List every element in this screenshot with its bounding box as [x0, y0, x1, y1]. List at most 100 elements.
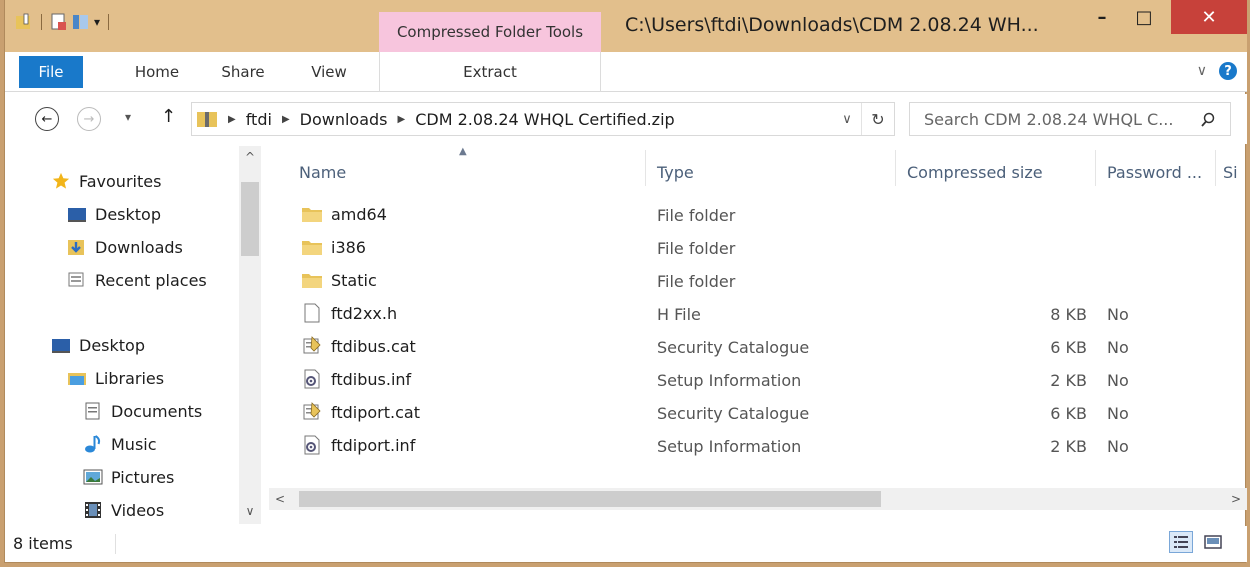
column-header-password[interactable]: Password ... [1107, 158, 1202, 186]
column-header-name[interactable]: Name [299, 158, 346, 186]
file-password: No [1107, 338, 1129, 357]
column-divider[interactable] [645, 150, 646, 186]
file-compressed-size: 2 KB [1050, 437, 1087, 456]
column-divider[interactable] [895, 150, 896, 186]
file-name: ftdibus.inf [331, 369, 412, 389]
documents-icon [85, 402, 100, 420]
large-icons-view-icon [1204, 535, 1222, 549]
folder-icon [302, 208, 322, 222]
address-actions: ∨ ↻ [833, 103, 894, 135]
tab-view[interactable]: View [293, 52, 365, 92]
zip-folder-icon [197, 112, 217, 127]
large-icons-view-button[interactable] [1201, 531, 1225, 553]
nav-library-documents[interactable]: Documents [83, 396, 202, 426]
scroll-up-icon[interactable]: ^ [239, 146, 261, 168]
window-title: C:\Users\ftdi\Downloads\CDM 2.08.24 WH..… [625, 14, 1039, 36]
maximize-icon: □ [1135, 6, 1153, 28]
nav-item-label: Videos [111, 500, 165, 520]
refresh-icon[interactable]: ↻ [862, 110, 894, 129]
nav-item-label: Desktop [95, 204, 161, 224]
back-button[interactable]: ← [35, 107, 59, 131]
item-count: 8 items [13, 534, 73, 553]
new-folder-icon[interactable] [72, 13, 90, 31]
column-divider[interactable] [1095, 150, 1096, 186]
setup-info-icon [304, 435, 320, 455]
address-dropdown-icon[interactable]: ∨ [833, 112, 861, 127]
desktop-icon [68, 208, 86, 222]
file-compressed-size: 6 KB [1050, 338, 1087, 357]
breadcrumb-zip[interactable]: CDM 2.08.24 WHQL Certified.zip [415, 110, 674, 129]
forward-button[interactable]: → [77, 107, 101, 131]
search-input[interactable]: Search CDM 2.08.24 WHQL C... [924, 110, 1173, 129]
up-arrow-icon[interactable]: ↑ [161, 106, 176, 127]
recent-locations-icon[interactable]: ▾ [125, 110, 131, 124]
minimize-button[interactable]: – [1081, 0, 1123, 34]
file-list-scroll-thumb[interactable] [299, 491, 881, 507]
help-icon[interactable]: ? [1219, 62, 1237, 80]
compressed-folder-tools-tab[interactable]: Compressed Folder Tools [379, 12, 601, 52]
tab-share[interactable]: Share [207, 52, 279, 92]
close-icon: ✕ [1201, 6, 1217, 28]
close-button[interactable]: ✕ [1171, 0, 1247, 34]
search-icon[interactable] [1200, 112, 1216, 128]
column-header-size[interactable]: Si [1223, 158, 1238, 186]
nav-libraries-label: Libraries [95, 368, 165, 388]
catalogue-icon [303, 336, 321, 354]
scroll-right-icon[interactable]: > [1225, 488, 1247, 510]
nav-item-label: Music [111, 434, 157, 454]
pictures-icon [83, 469, 103, 485]
nav-library-videos[interactable]: Videos [83, 495, 164, 525]
maximize-button[interactable]: □ [1123, 0, 1165, 34]
nav-library-music[interactable]: Music [83, 429, 157, 459]
column-header-type[interactable]: Type [657, 158, 694, 186]
minimize-icon: – [1097, 6, 1107, 28]
file-row[interactable]: ftdiport.cat Security Catalogue 6 KB No [291, 398, 1129, 430]
file-row[interactable]: ftdibus.cat Security Catalogue 6 KB No [291, 332, 1129, 364]
file-icon [304, 303, 320, 323]
file-type: Setup Information [657, 437, 802, 456]
nav-favourites-recent-places[interactable]: Recent places [67, 265, 207, 295]
qat-customize-icon[interactable]: ▾ [94, 15, 100, 29]
file-type: Setup Information [657, 371, 802, 390]
file-row[interactable]: amd64 File folder [291, 200, 1111, 232]
file-type: File folder [657, 272, 736, 291]
column-header-compressed-size[interactable]: Compressed size [907, 158, 1043, 186]
tab-extract[interactable]: Extract [379, 52, 601, 92]
tab-home[interactable]: Home [117, 52, 197, 92]
search-box[interactable]: Search CDM 2.08.24 WHQL C... [909, 102, 1231, 136]
nav-pane-scrollbar[interactable]: ^ ∨ [239, 146, 261, 524]
file-row[interactable]: ftdiport.inf Setup Information 2 KB No [291, 431, 1129, 463]
expand-ribbon-icon[interactable]: ∨ [1197, 63, 1207, 79]
file-row[interactable]: ftd2xx.h H File 8 KB No [291, 299, 1129, 331]
file-row[interactable]: i386 File folder [291, 233, 1111, 265]
downloads-icon [68, 240, 84, 255]
nav-desktop[interactable]: Desktop [51, 330, 145, 360]
column-divider[interactable] [1215, 150, 1216, 186]
properties-icon[interactable] [50, 13, 68, 31]
qat-separator [41, 14, 42, 30]
nav-favourites[interactable]: Favourites [51, 166, 161, 196]
navigation-pane: Favourites Desktop Downloads Recent plac… [5, 146, 267, 526]
scroll-left-icon[interactable]: < [269, 488, 291, 510]
nav-library-pictures[interactable]: Pictures [83, 462, 174, 492]
tab-file[interactable]: File [19, 56, 83, 88]
file-list-hscrollbar[interactable]: < > [269, 488, 1247, 510]
folder-icon [302, 241, 322, 255]
file-row[interactable]: ftdibus.inf Setup Information 2 KB No [291, 365, 1129, 397]
title-bar: ▾ Compressed Folder Tools C:\Users\ftdi\… [5, 0, 1247, 52]
details-view-button[interactable] [1169, 531, 1193, 553]
nav-favourites-downloads[interactable]: Downloads [67, 232, 183, 262]
sort-ascending-icon: ▲ [459, 146, 467, 157]
nav-pane-scroll-thumb[interactable] [241, 182, 259, 256]
folder-properties-icon[interactable] [15, 13, 33, 31]
breadcrumb-ftdi[interactable]: ftdi [246, 110, 272, 129]
scroll-down-icon[interactable]: ∨ [239, 500, 261, 522]
navigation-bar: ← → ▾ ↑ ▶ ftdi ▶ Downloads ▶ CDM 2.08.24… [5, 94, 1247, 144]
file-row[interactable]: Static File folder [291, 266, 1111, 298]
breadcrumb-downloads[interactable]: Downloads [300, 110, 388, 129]
libraries-icon [68, 373, 86, 385]
address-bar[interactable]: ▶ ftdi ▶ Downloads ▶ CDM 2.08.24 WHQL Ce… [191, 102, 895, 136]
nav-libraries[interactable]: Libraries [67, 363, 164, 393]
forward-arrow-icon: → [83, 111, 95, 127]
nav-favourites-desktop[interactable]: Desktop [67, 199, 161, 229]
